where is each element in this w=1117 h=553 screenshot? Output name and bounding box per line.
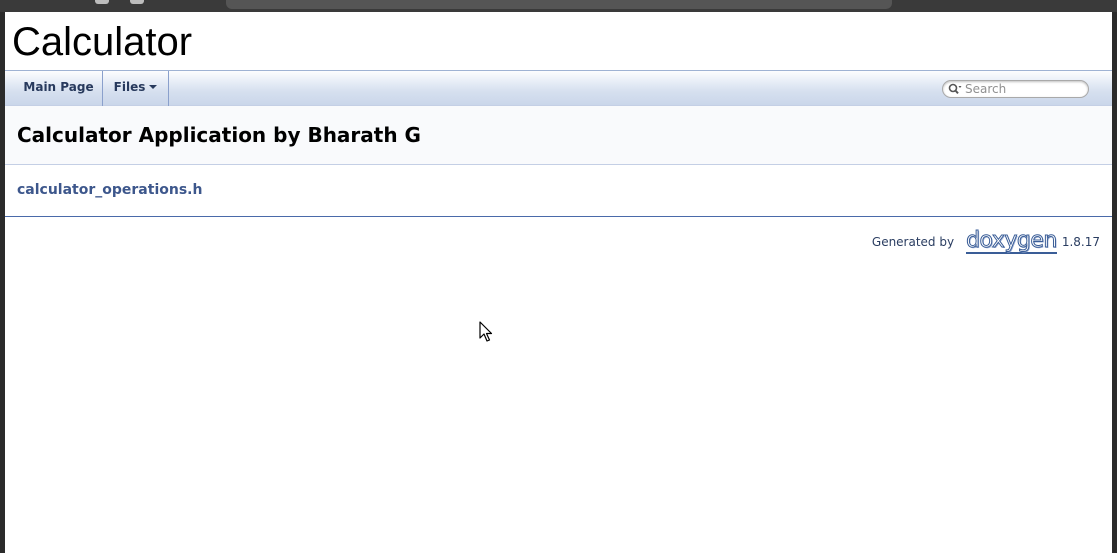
navbar: Main Page Files: [5, 70, 1112, 106]
browser-control-icon[interactable]: [130, 0, 144, 4]
page-header: Calculator Application by Bharath G: [5, 106, 1112, 165]
browser-control-icon[interactable]: [95, 0, 109, 4]
footer-generated-by: Generated by: [871, 235, 955, 249]
project-title: Calculator: [12, 20, 193, 64]
window-gutter: [1112, 12, 1117, 553]
search-box[interactable]: [942, 80, 1089, 98]
address-bar[interactable]: [226, 0, 892, 9]
page-title: Calculator Application by Bharath G: [17, 123, 421, 147]
footer-divider: [5, 216, 1112, 217]
search-input[interactable]: [965, 82, 1083, 96]
nav-main-page[interactable]: Main Page: [15, 71, 103, 106]
chevron-down-icon: [149, 85, 158, 89]
file-link[interactable]: calculator_operations.h: [17, 182, 202, 198]
doxygen-logo[interactable]: doxygen: [966, 229, 1058, 254]
nav-files-label: Files: [113, 80, 146, 94]
footer: Generated by doxygen 1.8.17: [872, 228, 1100, 256]
search-icon[interactable]: [948, 83, 962, 95]
doxygen-version: 1.8.17: [1061, 235, 1100, 249]
nav-main-page-label: Main Page: [23, 80, 94, 94]
browser-chrome: [0, 0, 1117, 12]
nav-files[interactable]: Files: [103, 71, 169, 106]
mouse-cursor-icon: [479, 321, 493, 342]
doxygen-page: Calculator Main Page Files Calculator Ap…: [5, 12, 1112, 553]
